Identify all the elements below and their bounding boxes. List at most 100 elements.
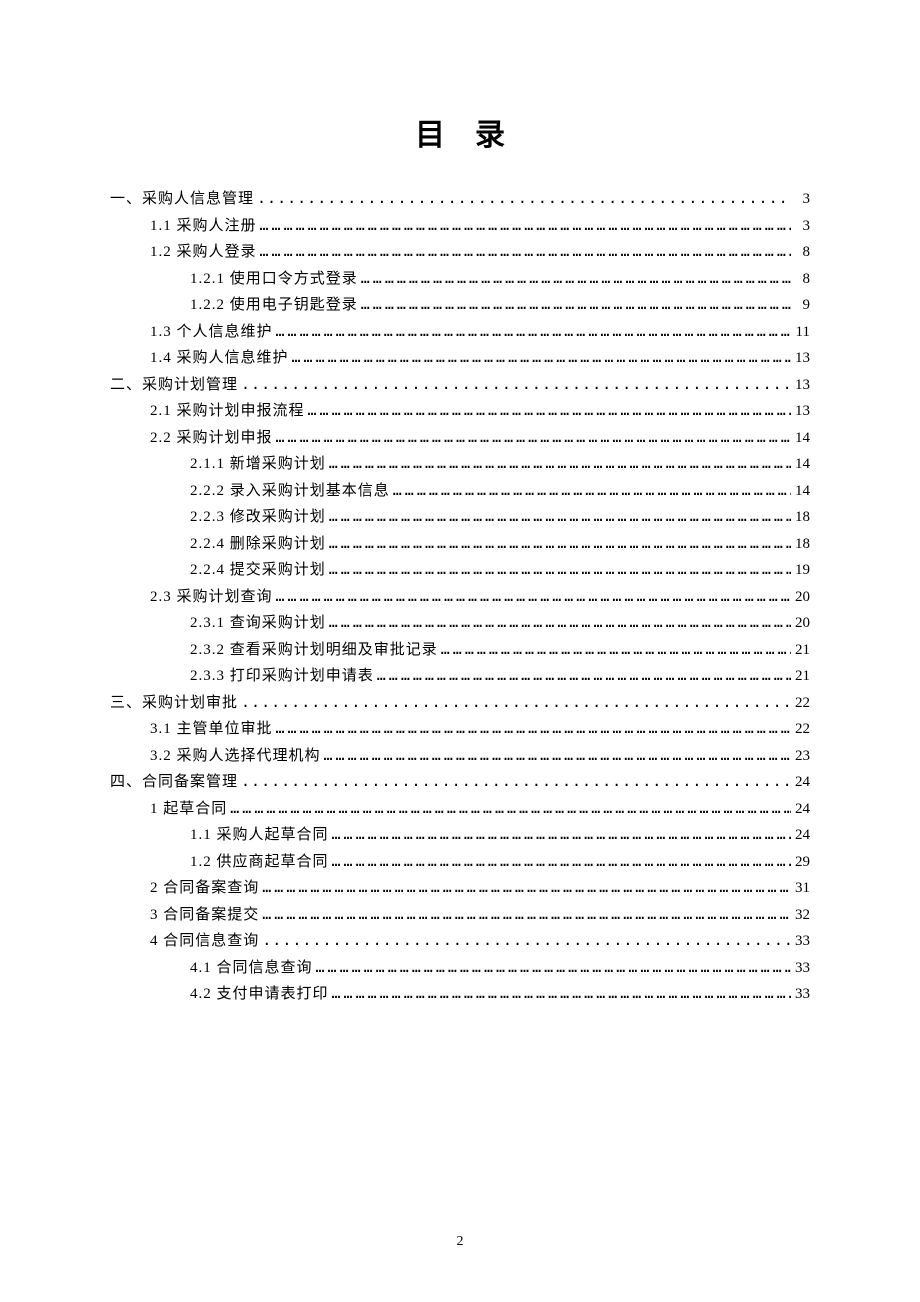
- toc-entry-page: 3: [794, 214, 810, 240]
- toc-entry[interactable]: 2.1.1 新增采购计划 14: [110, 451, 810, 478]
- toc-entry-label: 2.3.1 查询采购计划: [190, 611, 326, 637]
- toc-entry[interactable]: 2 合同备案查询31: [110, 875, 810, 902]
- toc-leader: [262, 902, 791, 928]
- toc-entry-label: 2.1 采购计划申报流程: [150, 399, 305, 425]
- toc-entry[interactable]: 1.1 采购人注册 3: [110, 213, 810, 240]
- toc-entry-label: 2.3.2 查看采购计划明细及审批记录: [190, 638, 438, 664]
- toc-entry-page: 33: [794, 956, 810, 982]
- toc-entry-page: 11: [794, 320, 810, 346]
- toc-entry-page: 13: [794, 399, 810, 425]
- toc-leader: [441, 637, 791, 663]
- toc-entry-page: 33: [794, 929, 810, 955]
- toc-entry-page: 3: [794, 187, 810, 213]
- toc-entry-page: 18: [794, 532, 810, 558]
- toc-leader: [276, 319, 791, 345]
- toc-entry[interactable]: 2.2.3 修改采购计划 18: [110, 504, 810, 531]
- toc-entry[interactable]: 2.2.2 录入采购计划基本信息14: [110, 478, 810, 505]
- toc-leader: [332, 822, 791, 848]
- toc-entry-page: 14: [794, 426, 810, 452]
- toc-entry[interactable]: 1.4 采购人信息维护 13: [110, 345, 810, 372]
- toc-leader: [329, 610, 791, 636]
- toc-entry-page: 24: [794, 797, 810, 823]
- toc-entry[interactable]: 四、合同备案管理 24: [110, 769, 810, 796]
- toc-leader: [332, 981, 791, 1007]
- toc-entry[interactable]: 2.3.2 查看采购计划明细及审批记录 21: [110, 637, 810, 664]
- toc-entry-page: 29: [794, 850, 810, 876]
- toc-leader: [230, 796, 791, 822]
- toc-entry[interactable]: 2.2 采购计划申报14: [110, 425, 810, 452]
- toc-entry[interactable]: 2.1 采购计划申报流程 13: [110, 398, 810, 425]
- toc-entry-page: 24: [794, 823, 810, 849]
- toc-leader: [292, 345, 791, 371]
- toc-leader: [260, 239, 791, 265]
- toc-entry-page: 13: [794, 346, 810, 372]
- toc-entry-label: 1.1 采购人注册: [150, 214, 257, 240]
- toc-leader: [316, 955, 791, 981]
- toc-entry[interactable]: 2.3.3 打印采购计划申请表 21: [110, 663, 810, 690]
- toc-entry[interactable]: 2.3.1 查询采购计划 20: [110, 610, 810, 637]
- toc-entry-page: 8: [794, 267, 810, 293]
- toc-entry-label: 2.1.1 新增采购计划: [190, 452, 326, 478]
- toc-entry-label: 1.2 供应商起草合同: [190, 850, 329, 876]
- toc-entry-label: 1 起草合同: [150, 797, 227, 823]
- toc-entry[interactable]: 一、采购人信息管理3: [110, 186, 810, 213]
- toc-entry[interactable]: 4.1 合同信息查询 33: [110, 955, 810, 982]
- toc-entry[interactable]: 1.3 个人信息维护 11: [110, 319, 810, 346]
- toc-entry[interactable]: 4.2 支付申请表打印 33: [110, 981, 810, 1008]
- toc-leader: [329, 557, 791, 583]
- toc-entry-label: 1.3 个人信息维护: [150, 320, 273, 346]
- toc-entry-page: 13: [794, 373, 810, 399]
- toc-entry-page: 22: [794, 717, 810, 743]
- toc-entry-page: 19: [794, 558, 810, 584]
- toc-entry[interactable]: 1 起草合同 24: [110, 796, 810, 823]
- toc-entry-label: 1.2.1 使用口令方式登录: [190, 267, 358, 293]
- toc-entry-page: 8: [794, 240, 810, 266]
- toc-entry[interactable]: 4 合同信息查询33: [110, 928, 810, 955]
- toc-entry-label: 2.2.4 提交采购计划: [190, 558, 326, 584]
- toc-entry-label: 3.2 采购人选择代理机构: [150, 744, 321, 770]
- toc-entry[interactable]: 1.2 供应商起草合同 29: [110, 849, 810, 876]
- toc-leader: [308, 398, 791, 424]
- toc-entry-page: 24: [794, 770, 810, 796]
- toc-entry-page: 14: [794, 479, 810, 505]
- toc-entry[interactable]: 2.2.4 提交采购计划 19: [110, 557, 810, 584]
- toc-entry-label: 1.1 采购人起草合同: [190, 823, 329, 849]
- toc-entry-page: 22: [794, 691, 810, 717]
- toc-entry-page: 21: [794, 664, 810, 690]
- toc-entry[interactable]: 2.2.4 删除采购计划 18: [110, 531, 810, 558]
- toc-entry-label: 1.4 采购人信息维护: [150, 346, 289, 372]
- toc-entry[interactable]: 3.2 采购人选择代理机构 23: [110, 743, 810, 770]
- toc-leader: [241, 690, 791, 716]
- toc-entry[interactable]: 三、采购计划审批22: [110, 690, 810, 717]
- toc-entry-page: 32: [794, 903, 810, 929]
- toc-entry-page: 20: [794, 611, 810, 637]
- toc-entry-label: 4.1 合同信息查询: [190, 956, 313, 982]
- toc-entry-page: 21: [794, 638, 810, 664]
- toc-entry[interactable]: 3 合同备案提交32: [110, 902, 810, 929]
- toc-leader: [262, 928, 791, 954]
- toc-entry[interactable]: 1.2 采购人登录 8: [110, 239, 810, 266]
- toc-entry-label: 2.2.4 删除采购计划: [190, 532, 326, 558]
- toc-entry-page: 14: [794, 452, 810, 478]
- toc-entry-label: 四、合同备案管理: [110, 770, 238, 796]
- toc-entry-page: 18: [794, 505, 810, 531]
- toc-entry-label: 4.2 支付申请表打印: [190, 982, 329, 1008]
- toc-leader: [329, 451, 791, 477]
- toc-entry-page: 33: [794, 982, 810, 1008]
- toc-entry-label: 1.2 采购人登录: [150, 240, 257, 266]
- toc-entry[interactable]: 1.1 采购人起草合同 24: [110, 822, 810, 849]
- toc-leader: [393, 478, 791, 504]
- toc-leader: [276, 425, 791, 451]
- toc-entry-label: 2.2.3 修改采购计划: [190, 505, 326, 531]
- toc-entry[interactable]: 1.2.1 使用口令方式登录 8: [110, 266, 810, 293]
- toc-entry[interactable]: 2.3 采购计划查询20: [110, 584, 810, 611]
- toc-entry[interactable]: 1.2.2 使用电子钥匙登录9: [110, 292, 810, 319]
- toc-entry-label: 2.3.3 打印采购计划申请表: [190, 664, 374, 690]
- toc-entry[interactable]: 3.1 主管单位审批22: [110, 716, 810, 743]
- toc-entry[interactable]: 二、采购计划管理13: [110, 372, 810, 399]
- toc-leader: [324, 743, 791, 769]
- toc-entry-page: 31: [794, 876, 810, 902]
- toc-leader: [276, 584, 791, 610]
- toc-entry-page: 23: [794, 744, 810, 770]
- toc-entry-label: 2.3 采购计划查询: [150, 585, 273, 611]
